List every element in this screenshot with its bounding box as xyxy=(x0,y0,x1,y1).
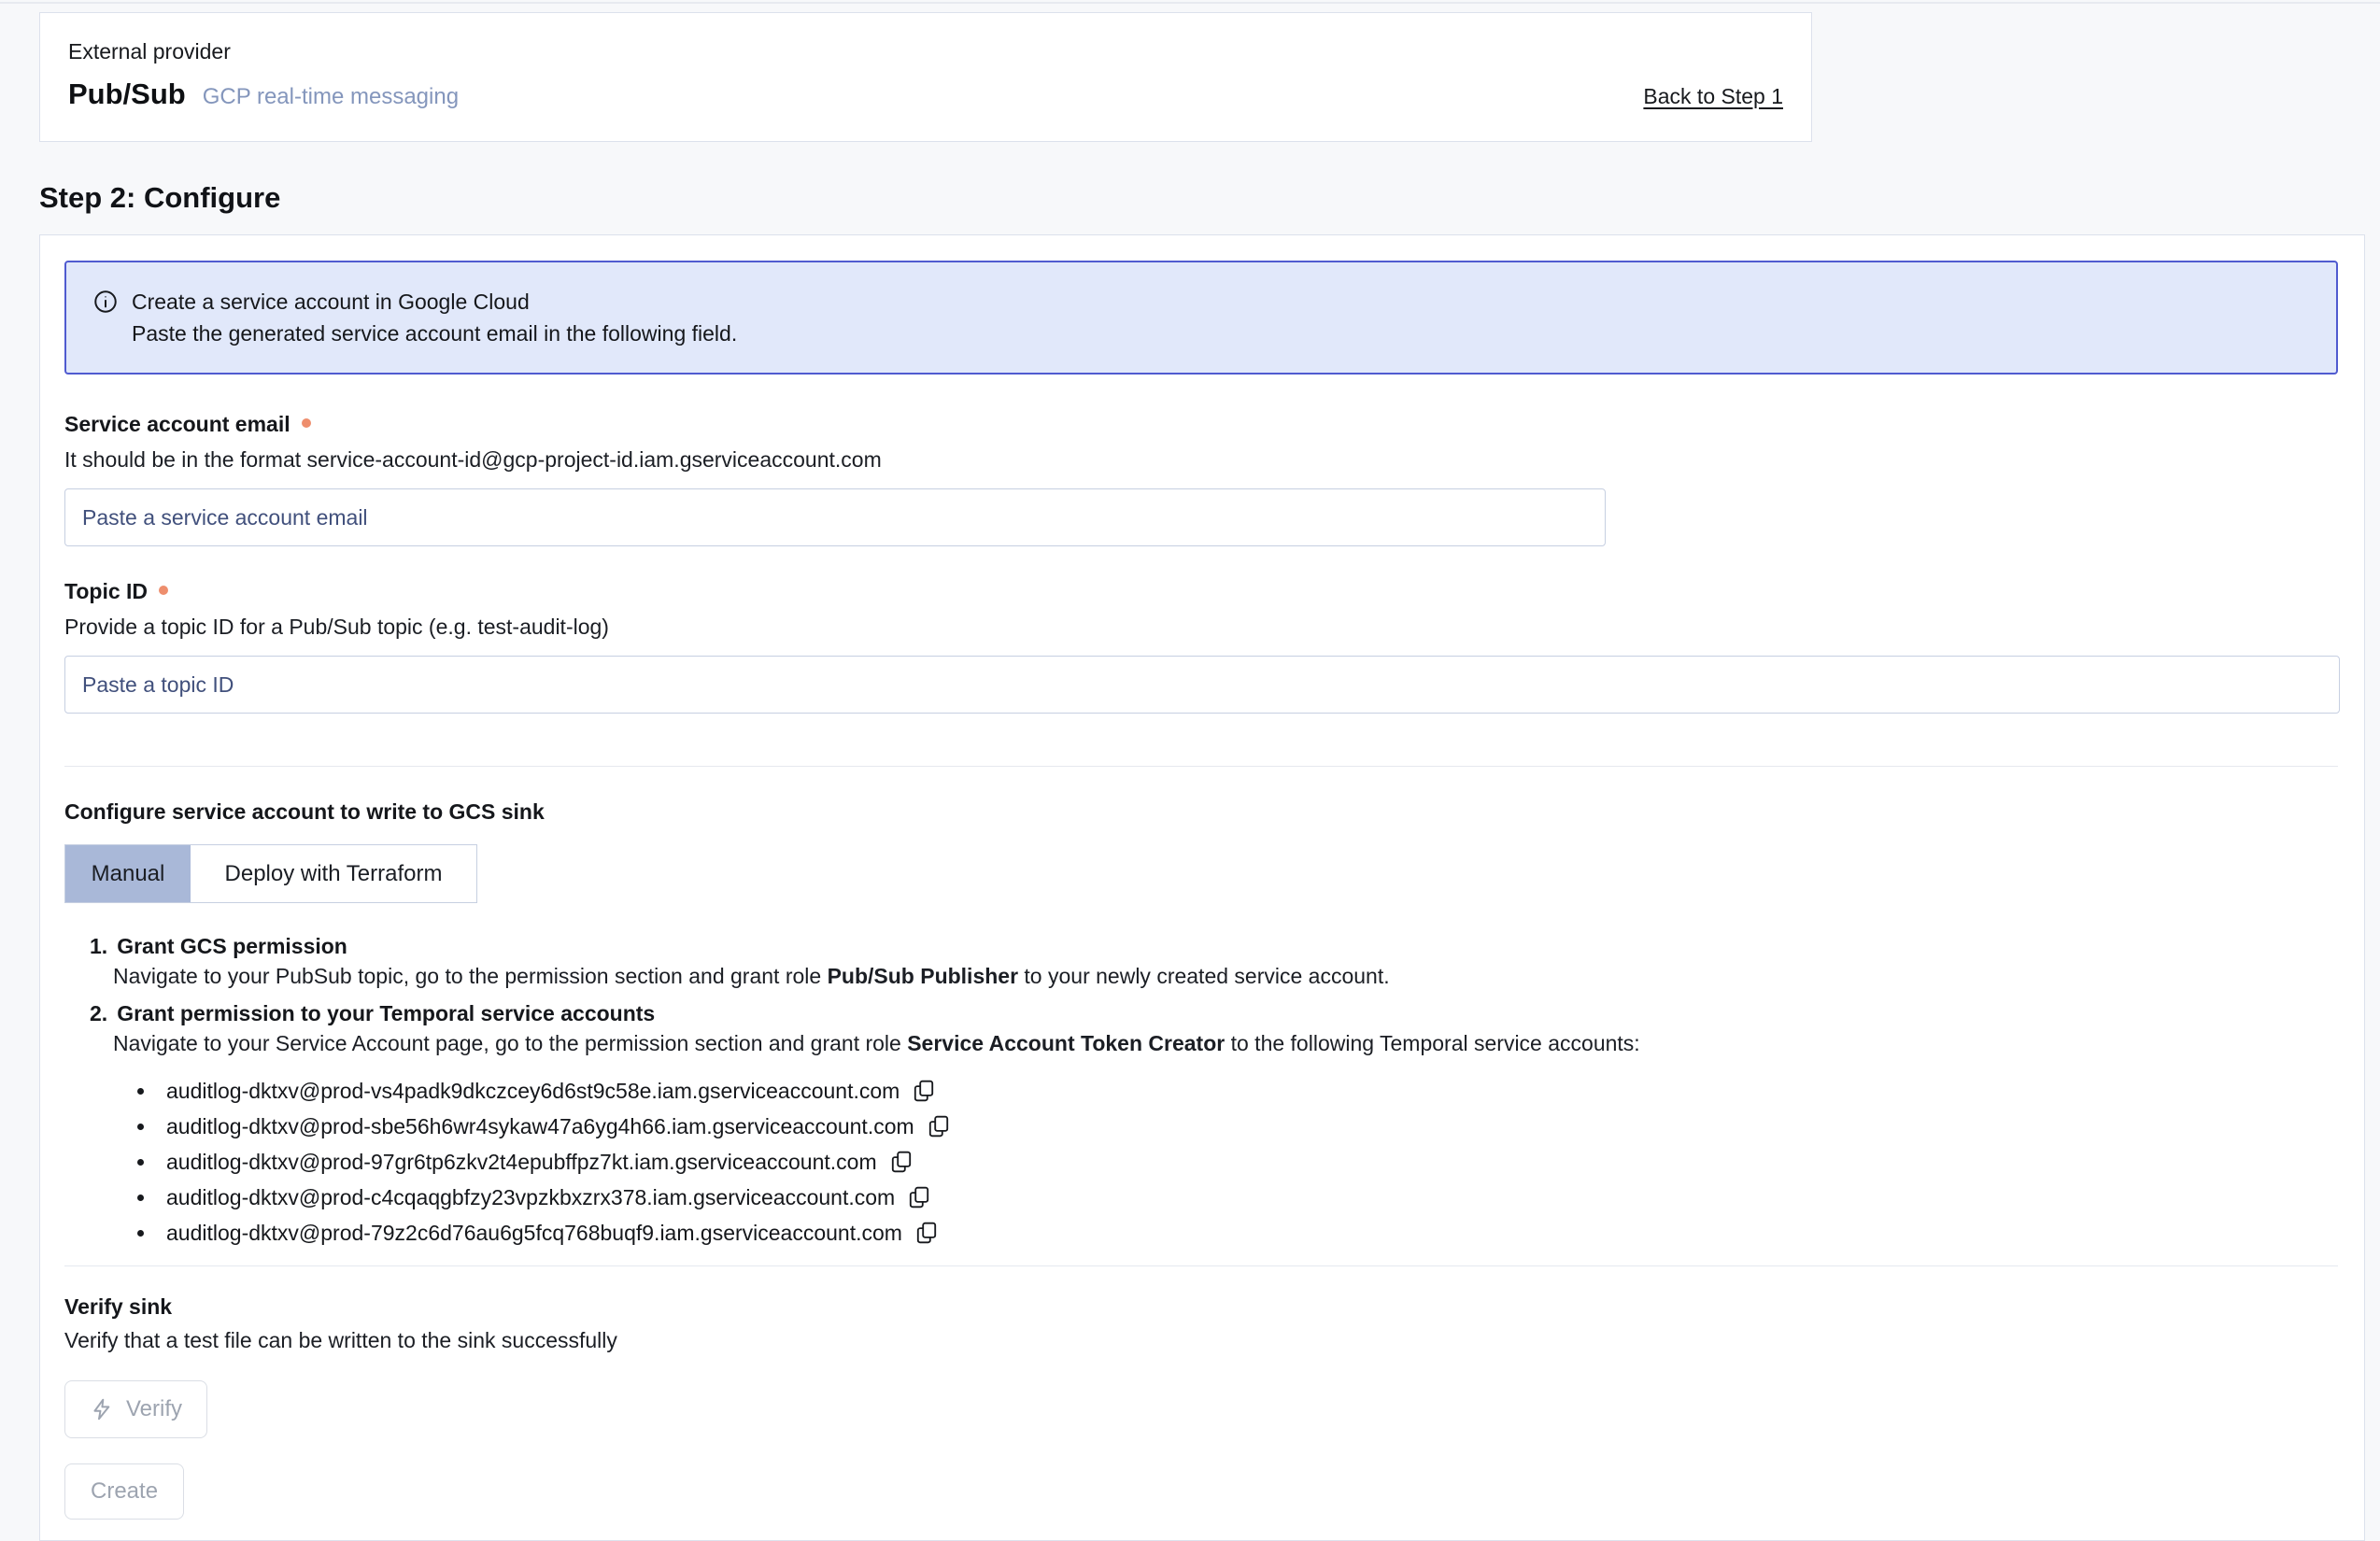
service-account-email: auditlog-dktxv@prod-vs4padk9dkczcey6d6st… xyxy=(166,1079,900,1104)
page-content: External provider Pub/Sub GCP real-time … xyxy=(39,0,2365,1541)
step-title-row: 1. Grant GCS permission xyxy=(90,931,2338,961)
provider-row: Pub/Sub GCP real-time messaging Back to … xyxy=(68,78,1783,111)
topic-id-label: Topic ID xyxy=(64,577,148,605)
tab-manual[interactable]: Manual xyxy=(65,845,191,902)
back-to-step-1-link[interactable]: Back to Step 1 xyxy=(1643,84,1783,109)
step-grant-temporal-permission: 2. Grant permission to your Temporal ser… xyxy=(90,998,2338,1251)
info-banner-title-row: Create a service account in Google Cloud xyxy=(92,287,2310,317)
copy-icon xyxy=(927,1114,951,1138)
service-account-email: auditlog-dktxv@prod-97gr6tp6zkv2t4epubff… xyxy=(166,1150,877,1175)
provider-subtitle: GCP real-time messaging xyxy=(203,84,459,110)
step-body-text: Navigate to your PubSub topic, go to the… xyxy=(113,964,828,988)
service-account-email-input[interactable] xyxy=(64,488,1606,546)
step-number: 2. xyxy=(90,998,107,1028)
topic-id-label-row: Topic ID xyxy=(64,577,2338,605)
info-banner: Create a service account in Google Cloud… xyxy=(64,261,2338,375)
step-title-row: 2. Grant permission to your Temporal ser… xyxy=(90,998,2338,1028)
step-body-text: to your newly created service account. xyxy=(1018,964,1390,988)
bullet-icon xyxy=(137,1195,144,1201)
provider-identity: Pub/Sub GCP real-time messaging xyxy=(68,78,459,111)
sink-section-heading: Configure service account to write to GC… xyxy=(64,798,2338,826)
external-provider-label: External provider xyxy=(68,39,1783,64)
bullet-icon xyxy=(137,1230,144,1237)
temporal-service-account-list: auditlog-dktxv@prod-vs4padk9dkczcey6d6st… xyxy=(113,1073,2338,1251)
service-account-email-label: Service account email xyxy=(64,410,290,438)
copy-email-button[interactable] xyxy=(914,1220,940,1246)
copy-email-button[interactable] xyxy=(906,1184,932,1210)
step-title: Grant GCS permission xyxy=(117,931,347,961)
copy-icon xyxy=(912,1079,936,1103)
step-body-text: to the following Temporal service accoun… xyxy=(1225,1031,1639,1055)
sink-method-tabs: Manual Deploy with Terraform xyxy=(64,844,477,903)
service-account-email-label-row: Service account email xyxy=(64,410,2338,438)
info-banner-body: Paste the generated service account emai… xyxy=(132,318,2310,348)
step-body-text: Navigate to your Service Account page, g… xyxy=(113,1031,907,1055)
copy-email-button[interactable] xyxy=(911,1078,937,1104)
verify-sink-description: Verify that a test file can be written t… xyxy=(64,1326,2338,1354)
service-account-email-help: It should be in the format service-accou… xyxy=(64,445,2338,474)
step-body: Navigate to your PubSub topic, go to the… xyxy=(113,961,2338,991)
list-item: auditlog-dktxv@prod-vs4padk9dkczcey6d6st… xyxy=(113,1073,2338,1109)
service-account-email: auditlog-dktxv@prod-79z2c6d76au6g5fcq768… xyxy=(166,1221,902,1246)
tab-deploy-with-terraform[interactable]: Deploy with Terraform xyxy=(191,845,476,902)
section-divider xyxy=(64,766,2338,767)
provider-summary-card: External provider Pub/Sub GCP real-time … xyxy=(39,12,1812,142)
list-item: auditlog-dktxv@prod-79z2c6d76au6g5fcq768… xyxy=(113,1215,2338,1251)
info-circle-icon xyxy=(92,289,119,315)
step-title: Grant permission to your Temporal servic… xyxy=(117,998,655,1028)
copy-icon xyxy=(889,1150,914,1174)
verify-button-label: Verify xyxy=(126,1396,182,1422)
service-account-email: auditlog-dktxv@prod-c4cqaqgbfzy23vpzkbxz… xyxy=(166,1185,895,1210)
create-button[interactable]: Create xyxy=(64,1463,184,1520)
lightning-bolt-icon xyxy=(90,1397,114,1421)
create-button-label: Create xyxy=(91,1478,158,1505)
provider-name: Pub/Sub xyxy=(68,78,186,111)
list-item: auditlog-dktxv@prod-97gr6tp6zkv2t4epubff… xyxy=(113,1144,2338,1180)
copy-icon xyxy=(914,1221,939,1245)
service-account-email: auditlog-dktxv@prod-sbe56h6wr4sykaw47a6y… xyxy=(166,1114,914,1139)
manual-steps-list: 1. Grant GCS permission Navigate to your… xyxy=(90,931,2338,1251)
required-indicator xyxy=(159,586,168,595)
verify-sink-title: Verify sink xyxy=(64,1293,2338,1321)
bullet-icon xyxy=(137,1088,144,1095)
step-grant-gcs-permission: 1. Grant GCS permission Navigate to your… xyxy=(90,931,2338,991)
step-number: 1. xyxy=(90,931,107,961)
page-title: Step 2: Configure xyxy=(39,181,2365,215)
bullet-icon xyxy=(137,1124,144,1130)
bullet-icon xyxy=(137,1159,144,1166)
topic-id-input[interactable] xyxy=(64,656,2340,714)
topic-id-help: Provide a topic ID for a Pub/Sub topic (… xyxy=(64,613,2338,641)
step-body: Navigate to your Service Account page, g… xyxy=(113,1028,2338,1058)
role-name: Pub/Sub Publisher xyxy=(828,964,1018,988)
section-divider xyxy=(64,1265,2338,1266)
required-indicator xyxy=(302,418,311,428)
list-item: auditlog-dktxv@prod-c4cqaqgbfzy23vpzkbxz… xyxy=(113,1180,2338,1215)
copy-email-button[interactable] xyxy=(888,1149,914,1175)
page-top-divider xyxy=(0,2,2380,4)
list-item: auditlog-dktxv@prod-sbe56h6wr4sykaw47a6y… xyxy=(113,1109,2338,1144)
info-banner-title: Create a service account in Google Cloud xyxy=(132,287,530,317)
copy-email-button[interactable] xyxy=(926,1113,952,1139)
configure-card: Create a service account in Google Cloud… xyxy=(39,234,2365,1541)
verify-button[interactable]: Verify xyxy=(64,1380,207,1438)
copy-icon xyxy=(907,1185,931,1209)
role-name: Service Account Token Creator xyxy=(907,1031,1225,1055)
